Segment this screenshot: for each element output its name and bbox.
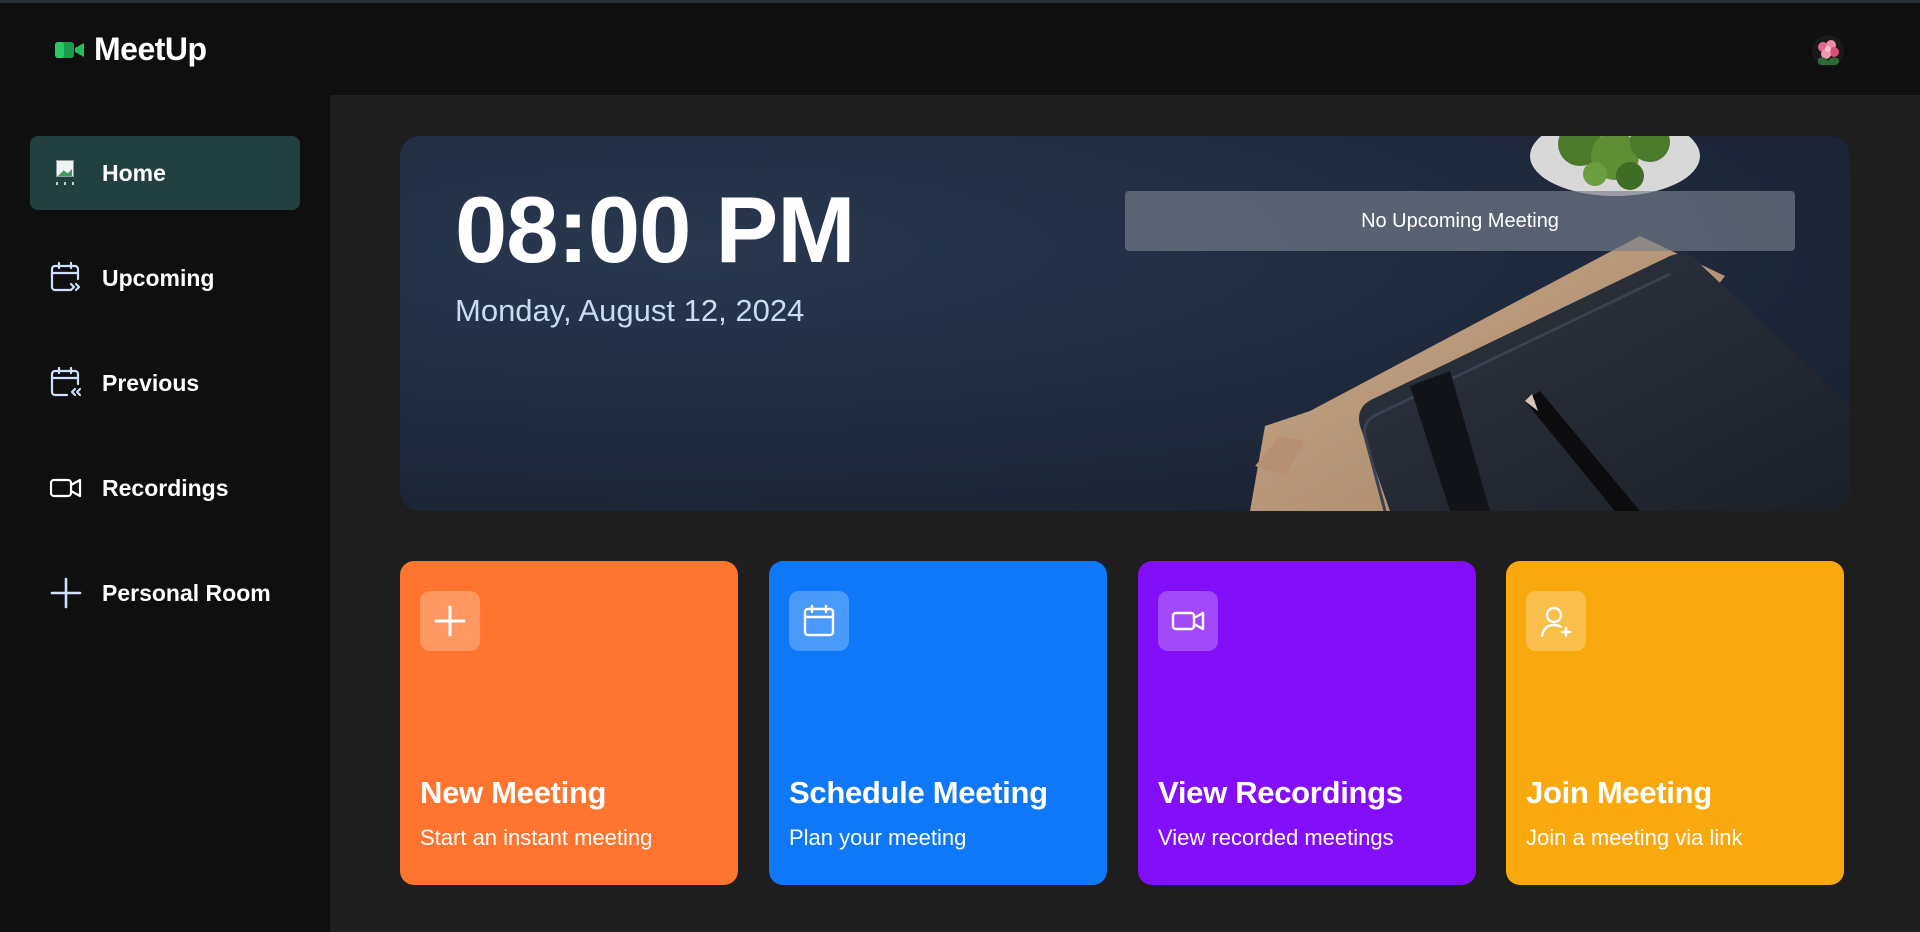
- sidebar-item-upcoming[interactable]: Upcoming: [30, 241, 300, 315]
- plus-icon: [48, 575, 84, 611]
- card-title: New Meeting: [420, 775, 607, 810]
- view-recordings-card[interactable]: View Recordings View recorded meetings: [1138, 561, 1476, 885]
- upcoming-meeting-status: No Upcoming Meeting: [1125, 191, 1795, 251]
- calendar-forward-icon: [48, 260, 84, 296]
- avatar-image: [1812, 35, 1844, 67]
- card-title: Join Meeting: [1526, 775, 1712, 810]
- sidebar: Home Upcoming Previous Recordings Person…: [0, 95, 330, 932]
- calendar-back-icon: [48, 365, 84, 401]
- video-camera-icon: [55, 41, 84, 58]
- current-time: 08:00 PM: [455, 177, 856, 282]
- card-icon-box: [789, 591, 849, 651]
- sidebar-item-label: Upcoming: [102, 264, 215, 291]
- home-image-icon: [48, 155, 84, 191]
- card-subtitle: View recorded meetings: [1158, 825, 1394, 850]
- card-subtitle: Start an instant meeting: [420, 825, 653, 850]
- card-subtitle: Plan your meeting: [789, 825, 967, 850]
- card-subtitle: Join a meeting via link: [1526, 825, 1743, 850]
- schedule-meeting-card[interactable]: Schedule Meeting Plan your meeting: [769, 561, 1107, 885]
- brand-logo-link[interactable]: MeetUp: [54, 31, 207, 68]
- card-icon-box: [420, 591, 480, 651]
- sidebar-item-label: Personal Room: [102, 579, 271, 606]
- sidebar-item-label: Recordings: [102, 474, 229, 501]
- sidebar-item-recordings[interactable]: Recordings: [30, 451, 300, 525]
- video-icon: [48, 470, 84, 506]
- card-title: View Recordings: [1158, 775, 1403, 810]
- sidebar-item-label: Previous: [102, 369, 200, 396]
- user-plus-icon: [1540, 606, 1572, 638]
- join-meeting-card[interactable]: Join Meeting Join a meeting via link: [1506, 561, 1844, 885]
- new-meeting-card[interactable]: New Meeting Start an instant meeting: [400, 561, 738, 885]
- sidebar-item-personal-room[interactable]: Personal Room: [30, 556, 300, 630]
- plus-icon: [434, 605, 466, 637]
- brand-name: MeetUp: [94, 31, 207, 67]
- sidebar-item-label: Home: [102, 159, 166, 186]
- top-navbar: MeetUp: [0, 3, 1920, 95]
- calendar-icon: [803, 604, 835, 637]
- user-avatar[interactable]: [1812, 35, 1844, 67]
- sidebar-item-previous[interactable]: Previous: [30, 346, 300, 420]
- card-icon-box: [1158, 591, 1218, 651]
- card-title: Schedule Meeting: [789, 775, 1048, 810]
- current-date: Monday, August 12, 2024: [455, 293, 805, 328]
- sidebar-item-home[interactable]: Home: [30, 136, 300, 210]
- card-icon-box: [1526, 591, 1586, 651]
- video-icon: [1171, 611, 1205, 631]
